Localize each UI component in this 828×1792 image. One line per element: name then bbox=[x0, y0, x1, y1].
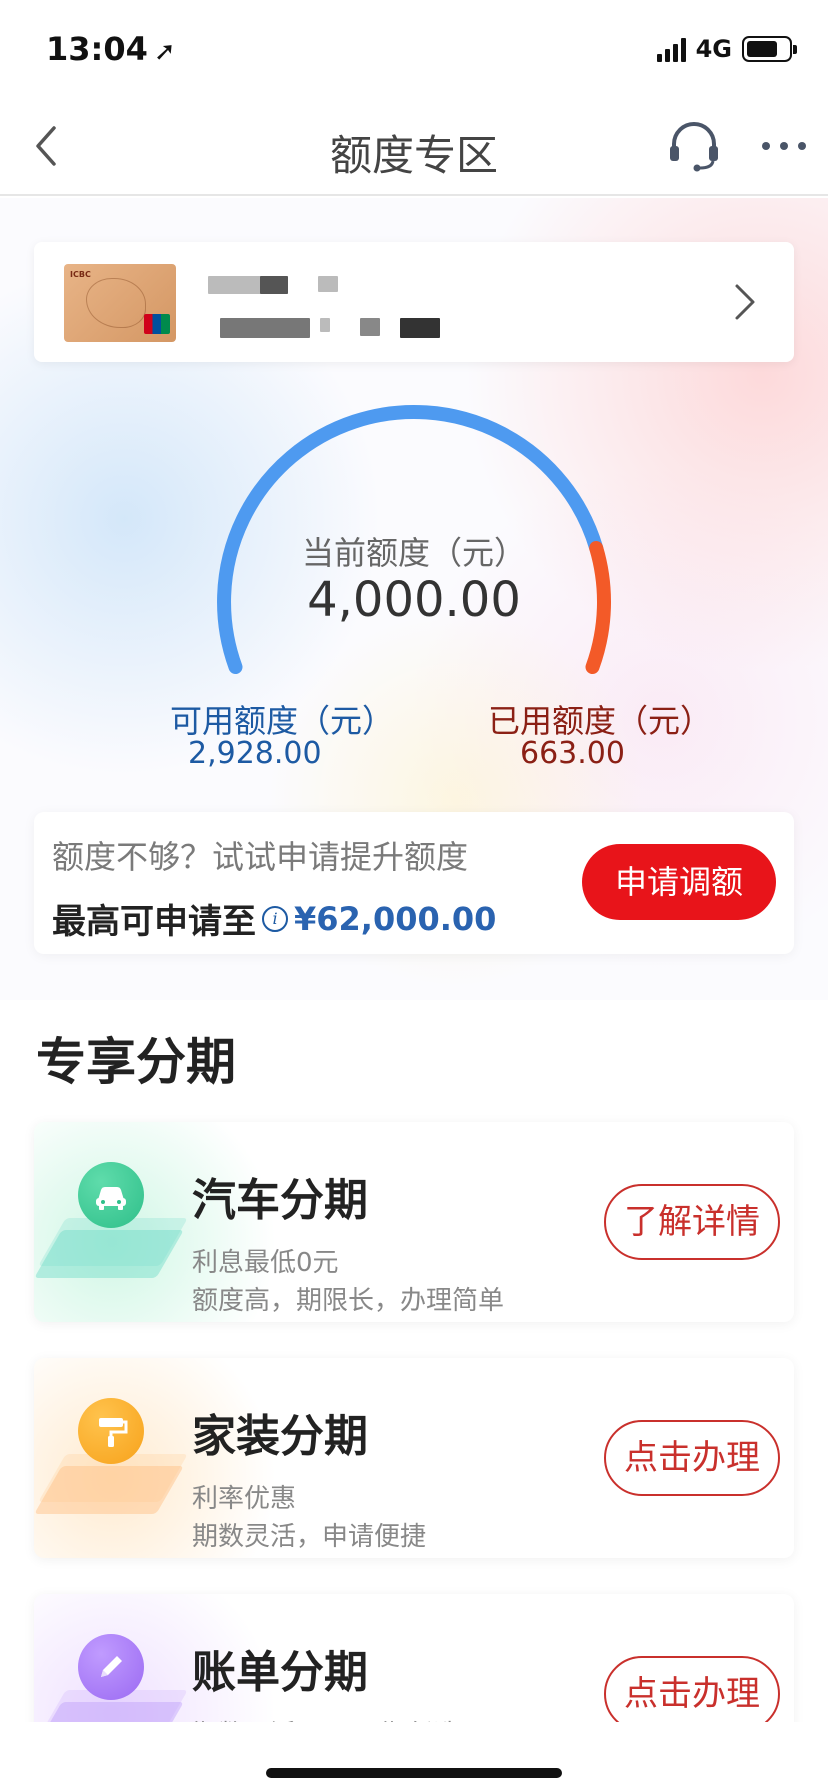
more-icon[interactable] bbox=[760, 136, 808, 156]
chevron-right-icon bbox=[735, 284, 755, 320]
home-indicator-area bbox=[0, 1722, 828, 1792]
plan-card-car[interactable]: 汽车分期 利息最低0元 额度高，期限长，办理简单 了解详情 bbox=[34, 1122, 794, 1322]
masked-card-number bbox=[320, 318, 330, 332]
network-type: 4G bbox=[695, 35, 732, 63]
navigation-bar: 额度专区 bbox=[0, 96, 828, 196]
home-indicator[interactable] bbox=[266, 1768, 562, 1778]
masked-card-name bbox=[260, 276, 288, 294]
car-icon bbox=[78, 1162, 144, 1228]
current-limit-value: 4,000.00 bbox=[307, 572, 521, 628]
max-limit-label: 最高可申请至 bbox=[52, 902, 256, 942]
status-indicators: 4G bbox=[656, 34, 797, 64]
limit-increase-tip: 额度不够？试试申请提升额度 bbox=[52, 838, 469, 876]
apply-limit-adjust-button[interactable]: 申请调额 bbox=[582, 844, 776, 920]
apply-now-button[interactable]: 点击办理 bbox=[604, 1656, 780, 1732]
plan-description: 额度高，期限长，办理简单 bbox=[192, 1286, 505, 1316]
section-title: 专享分期 bbox=[36, 1033, 236, 1091]
masked-card-name bbox=[318, 276, 338, 292]
plan-title: 汽车分期 bbox=[192, 1175, 368, 1226]
location-arrow-icon: ➚ bbox=[153, 37, 176, 67]
limit-increase-card: 额度不够？试试申请提升额度 最高可申请至 i ¥62,000.00 申请调额 bbox=[34, 812, 794, 954]
masked-card-number bbox=[400, 318, 440, 338]
plan-card-home-decor[interactable]: 家装分期 利率优惠 期数灵活，申请便捷 点击办理 bbox=[34, 1358, 794, 1558]
max-limit-row: 最高可申请至 i ¥62,000.00 bbox=[52, 894, 496, 943]
max-limit-amount: ¥62,000.00 bbox=[294, 899, 497, 938]
bank-logo: ICBC bbox=[70, 270, 91, 279]
masked-card-number bbox=[360, 318, 380, 336]
status-time: 13:04 ➚ bbox=[46, 30, 176, 68]
apply-now-button[interactable]: 点击办理 bbox=[604, 1420, 780, 1496]
plan-description: 期数灵活，申请便捷 bbox=[192, 1522, 427, 1552]
plan-description: 利率优惠 bbox=[192, 1484, 297, 1514]
masked-card-number bbox=[220, 318, 310, 338]
plan-title: 家装分期 bbox=[192, 1411, 368, 1462]
paint-roller-icon bbox=[78, 1398, 144, 1464]
bank-card-selector[interactable]: ICBC bbox=[34, 242, 794, 362]
plan-description: 利息最低0元 bbox=[192, 1248, 339, 1278]
status-bar: 13:04 ➚ 4G bbox=[0, 0, 828, 96]
pen-icon bbox=[78, 1634, 144, 1700]
current-limit-label: 当前额度（元） bbox=[301, 534, 526, 572]
card-map-pattern bbox=[86, 278, 146, 328]
available-limit-value: 2,928.00 bbox=[188, 736, 322, 771]
status-time-text: 13:04 bbox=[46, 30, 148, 68]
unionpay-logo bbox=[144, 314, 170, 334]
info-icon[interactable]: i bbox=[262, 905, 288, 932]
headset-icon[interactable] bbox=[666, 118, 722, 174]
battery-icon bbox=[742, 36, 797, 62]
bank-card-image: ICBC bbox=[64, 264, 176, 342]
battery-level bbox=[747, 41, 777, 57]
used-limit-value: 663.00 bbox=[520, 736, 625, 771]
learn-more-button[interactable]: 了解详情 bbox=[604, 1184, 780, 1260]
cellular-signal-icon bbox=[656, 36, 686, 62]
plan-title: 账单分期 bbox=[192, 1647, 368, 1698]
